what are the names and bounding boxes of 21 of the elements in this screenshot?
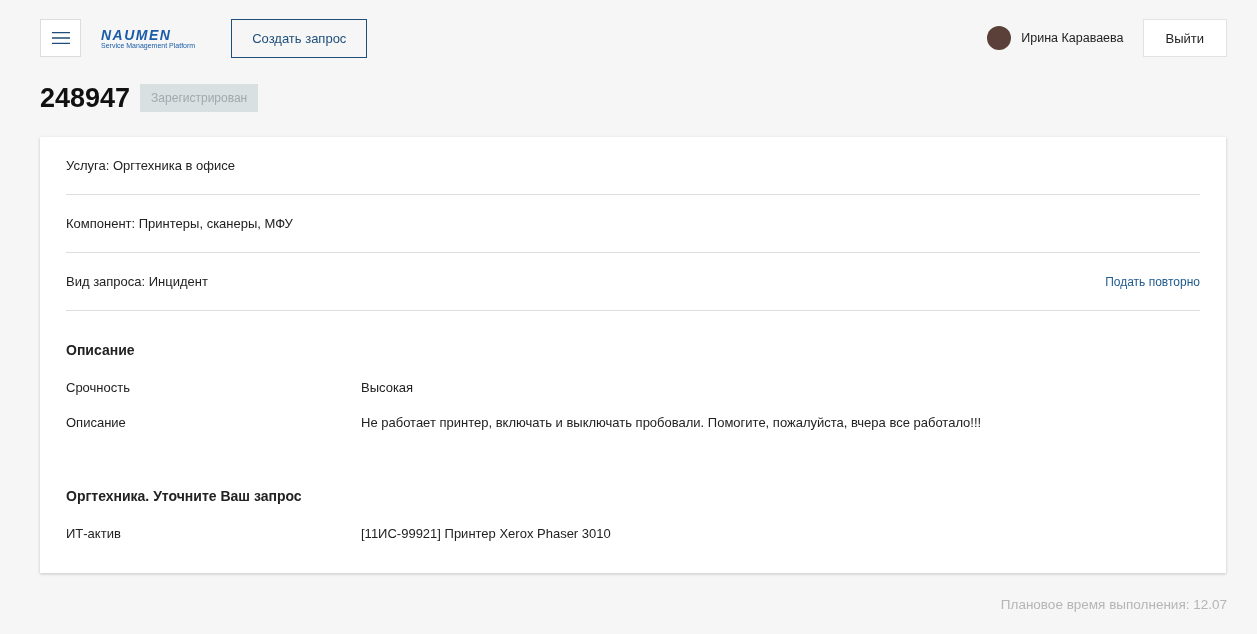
field-value: Не работает принтер, включать и выключать пробовали. Помогите, пожалуйста, вчера все работало!!! — [361, 414, 983, 431]
field-value: Высокая — [361, 379, 415, 396]
section-title: Оргтехника. Уточните Ваш запрос — [66, 487, 303, 506]
avatar — [987, 26, 1012, 50]
logout-button[interactable]: Выйти — [1142, 19, 1227, 57]
section-title: Описание — [66, 341, 136, 360]
planned-time: Плановое время выполнения: 12.07 — [1000, 597, 1227, 612]
menu-icon — [51, 32, 70, 44]
request-number: 248947 — [40, 82, 131, 114]
field-label: Срочность — [66, 379, 131, 396]
summary-text: Компонент: Принтеры, сканеры, МФУ — [66, 216, 293, 231]
status-badge: Зарегистрирован — [140, 84, 259, 112]
summary-text: Услуга: Оргтехника в офисе — [66, 158, 235, 173]
resubmit-link[interactable]: Подать повторно — [1105, 274, 1200, 289]
field-label: Описание — [66, 414, 127, 431]
summary-text: Вид запроса: Инцидент — [66, 274, 208, 289]
field-value: [11ИС-99921] Принтер Xerox Phaser 3010 — [361, 525, 612, 542]
create-request-button[interactable]: Создать запрос — [231, 18, 368, 58]
menu-button[interactable] — [40, 19, 81, 57]
field-label: ИТ-актив — [66, 525, 122, 542]
user-name: Ирина Караваева — [1021, 31, 1124, 45]
